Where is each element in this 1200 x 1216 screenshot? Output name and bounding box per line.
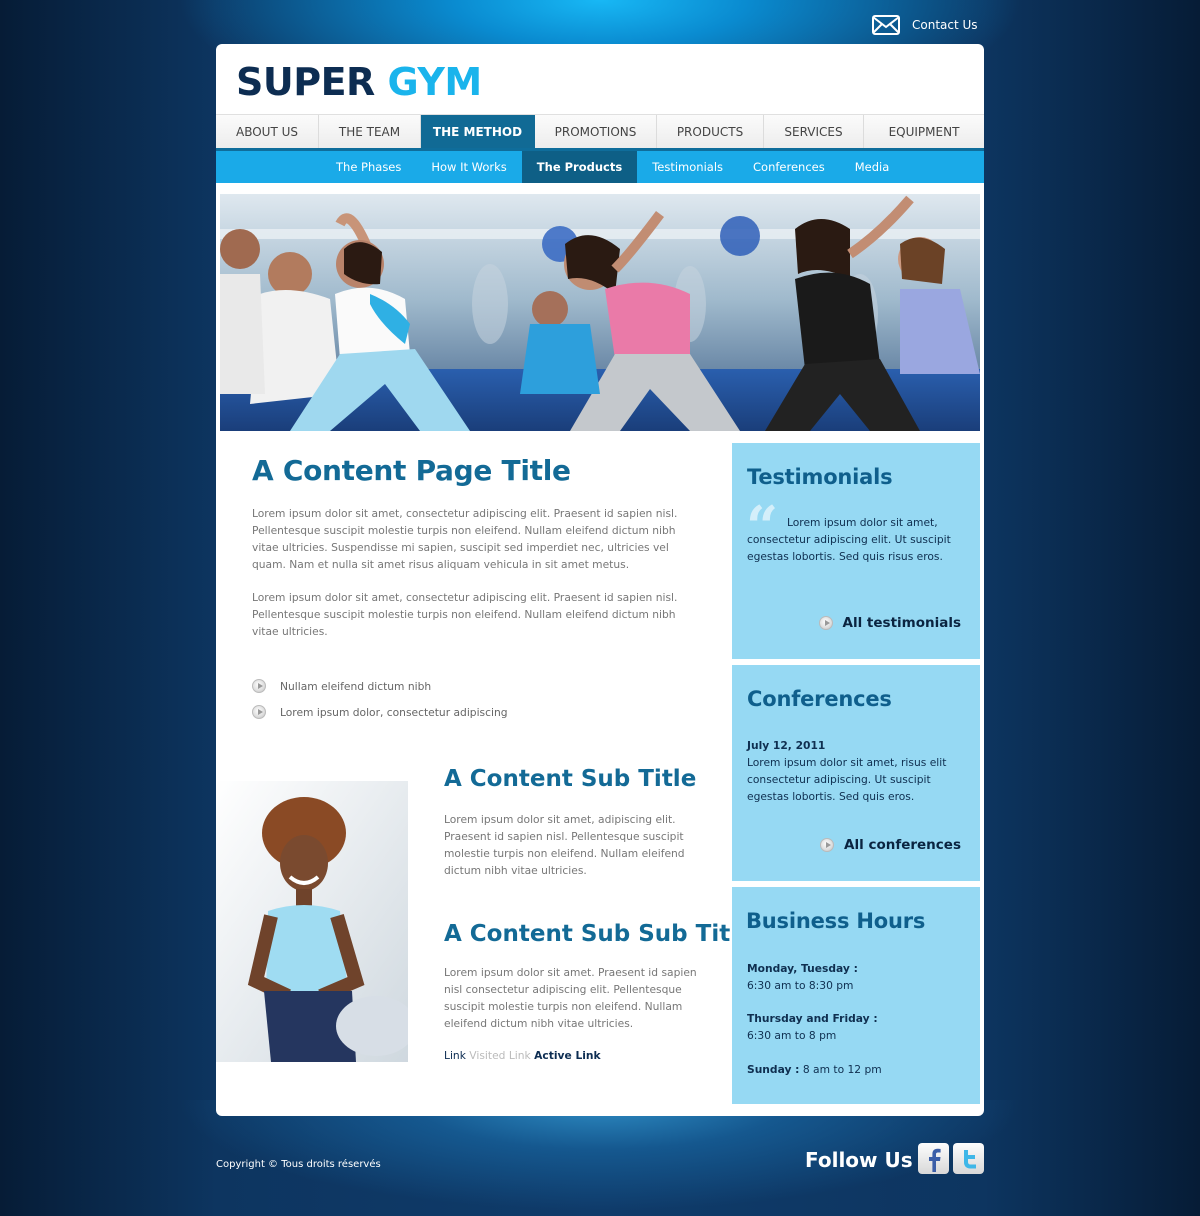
- hero-image: [220, 194, 980, 431]
- list-item-text: Lorem ipsum dolor, consectetur adipiscin…: [280, 705, 508, 719]
- subnav-label: The Phases: [336, 160, 402, 174]
- main-nav: ABOUT US THE TEAM THE METHOD PROMOTIONS …: [216, 114, 984, 150]
- hours-row: Thursday and Friday : 6:30 am to 8 pm: [747, 1010, 972, 1044]
- all-conferences-link[interactable]: All conferences: [820, 837, 961, 853]
- business-hours-box: Business Hours Monday, Tuesday : 6:30 am…: [732, 887, 980, 1104]
- link[interactable]: Link: [444, 1049, 466, 1062]
- sub-nav: The Phases How It Works The Products Tes…: [216, 151, 984, 183]
- arrow-bullet-icon: [820, 838, 835, 852]
- nav-label: THE METHOD: [432, 125, 523, 139]
- subnav-label: The Products: [536, 160, 623, 174]
- hours-time: 6:30 am to 8:30 pm: [747, 979, 854, 992]
- subnav-label: How It Works: [431, 160, 507, 174]
- logo-gym: GYM: [387, 60, 483, 104]
- nav-label: PRODUCTS: [676, 125, 744, 139]
- subnav-label: Testimonials: [652, 160, 724, 174]
- all-testimonials-label[interactable]: All testimonials: [843, 615, 961, 631]
- nav-label: EQUIPMENT: [888, 125, 960, 139]
- conferences-box: Conferences July 12, 2011 Lorem ipsum do…: [732, 665, 980, 881]
- subnav-testimonials[interactable]: Testimonials: [637, 151, 738, 183]
- subnav-media[interactable]: Media: [840, 151, 905, 183]
- hours-time: 8 am to 12 pm: [802, 1063, 882, 1076]
- hours-row: Sunday : 8 am to 12 pm: [747, 1061, 972, 1078]
- hours-row: Monday, Tuesday : 6:30 am to 8:30 pm: [747, 960, 972, 994]
- subnav-label: Media: [854, 160, 890, 174]
- main-container: SUPER GYM ABOUT US THE TEAM THE METHOD P…: [216, 44, 984, 1116]
- active-link[interactable]: Active Link: [534, 1049, 601, 1062]
- hours-day: Thursday and Friday :: [747, 1012, 878, 1025]
- testimonials-title: Testimonials: [747, 465, 893, 489]
- all-testimonials-link[interactable]: All testimonials: [818, 615, 961, 631]
- arrow-bullet-icon: [252, 679, 266, 693]
- conference-text: Lorem ipsum dolor sit amet, risus elit c…: [747, 756, 947, 803]
- content-paragraph-1: Lorem ipsum dolor sit amet, consectetur …: [252, 507, 678, 571]
- conference-date: July 12, 2011: [747, 739, 826, 752]
- content-sub-title: A Content Sub Title: [444, 766, 697, 792]
- link-samples: Link Visited Link Active Link: [444, 1049, 601, 1062]
- list-item-text: Nullam eleifend dictum nibh: [280, 679, 432, 693]
- subnav-the-products[interactable]: The Products: [521, 151, 638, 183]
- follow-us-label: Follow Us: [805, 1148, 913, 1172]
- hours-day: Monday, Tuesday :: [747, 962, 858, 975]
- logo-super: SUPER: [236, 60, 375, 104]
- nav-promotions[interactable]: PROMOTIONS: [535, 115, 657, 149]
- bottom-glow: [0, 1100, 1200, 1216]
- subnav-label: Conferences: [753, 160, 825, 174]
- visited-link[interactable]: Visited Link: [469, 1049, 530, 1062]
- nav-equipment[interactable]: EQUIPMENT: [864, 115, 984, 149]
- nav-the-method[interactable]: THE METHOD: [421, 115, 535, 149]
- nav-label: SERVICES: [784, 125, 843, 139]
- content-sub-paragraph: Lorem ipsum dolor sit amet, adipiscing e…: [444, 813, 685, 877]
- list-item: Lorem ipsum dolor, consectetur adipiscin…: [252, 699, 508, 725]
- contact-us-label[interactable]: Contact Us: [912, 18, 978, 32]
- nav-the-team[interactable]: THE TEAM: [319, 115, 421, 149]
- content-paragraph-2: Lorem ipsum dolor sit amet, consectetur …: [252, 591, 678, 638]
- content-sub-sub-title: A Content Sub Sub Title: [444, 921, 754, 947]
- nav-about-us[interactable]: ABOUT US: [216, 115, 319, 149]
- conferences-title: Conferences: [747, 687, 892, 711]
- page-title: A Content Page Title: [252, 454, 571, 487]
- nav-products[interactable]: PRODUCTS: [657, 115, 764, 149]
- arrow-bullet-icon: [252, 705, 266, 719]
- bullet-list: Nullam eleifend dictum nibh Lorem ipsum …: [252, 673, 508, 725]
- testimonials-box: Testimonials “ Lorem ipsum dolor sit ame…: [732, 443, 980, 659]
- business-hours-title: Business Hours: [746, 909, 926, 933]
- facebook-icon[interactable]: [918, 1143, 949, 1174]
- hours-day: Sunday :: [747, 1063, 800, 1076]
- hours-time: 6:30 am to 8 pm: [747, 1029, 837, 1042]
- subnav-conferences[interactable]: Conferences: [738, 151, 840, 183]
- nav-label: ABOUT US: [235, 125, 298, 139]
- twitter-icon[interactable]: [953, 1143, 984, 1174]
- copyright: Copyright © Tous droits réservés: [216, 1159, 381, 1170]
- testimonial-text: Lorem ipsum dolor sit amet, consectetur …: [747, 516, 951, 563]
- list-item: Nullam eleifend dictum nibh: [252, 673, 508, 699]
- all-conferences-label[interactable]: All conferences: [844, 837, 961, 853]
- subnav-the-phases[interactable]: The Phases: [321, 151, 416, 183]
- envelope-icon: [872, 15, 900, 35]
- subnav-how-it-works[interactable]: How It Works: [416, 151, 521, 183]
- contact-us-link[interactable]: Contact Us: [872, 12, 978, 38]
- logo[interactable]: SUPER GYM: [236, 60, 482, 104]
- nav-label: THE TEAM: [338, 125, 401, 139]
- person-image: [216, 781, 408, 1062]
- arrow-bullet-icon: [818, 616, 833, 630]
- nav-label: PROMOTIONS: [554, 125, 637, 139]
- content-sub-sub-paragraph: Lorem ipsum dolor sit amet. Praesent id …: [444, 966, 697, 1030]
- nav-services[interactable]: SERVICES: [764, 115, 864, 149]
